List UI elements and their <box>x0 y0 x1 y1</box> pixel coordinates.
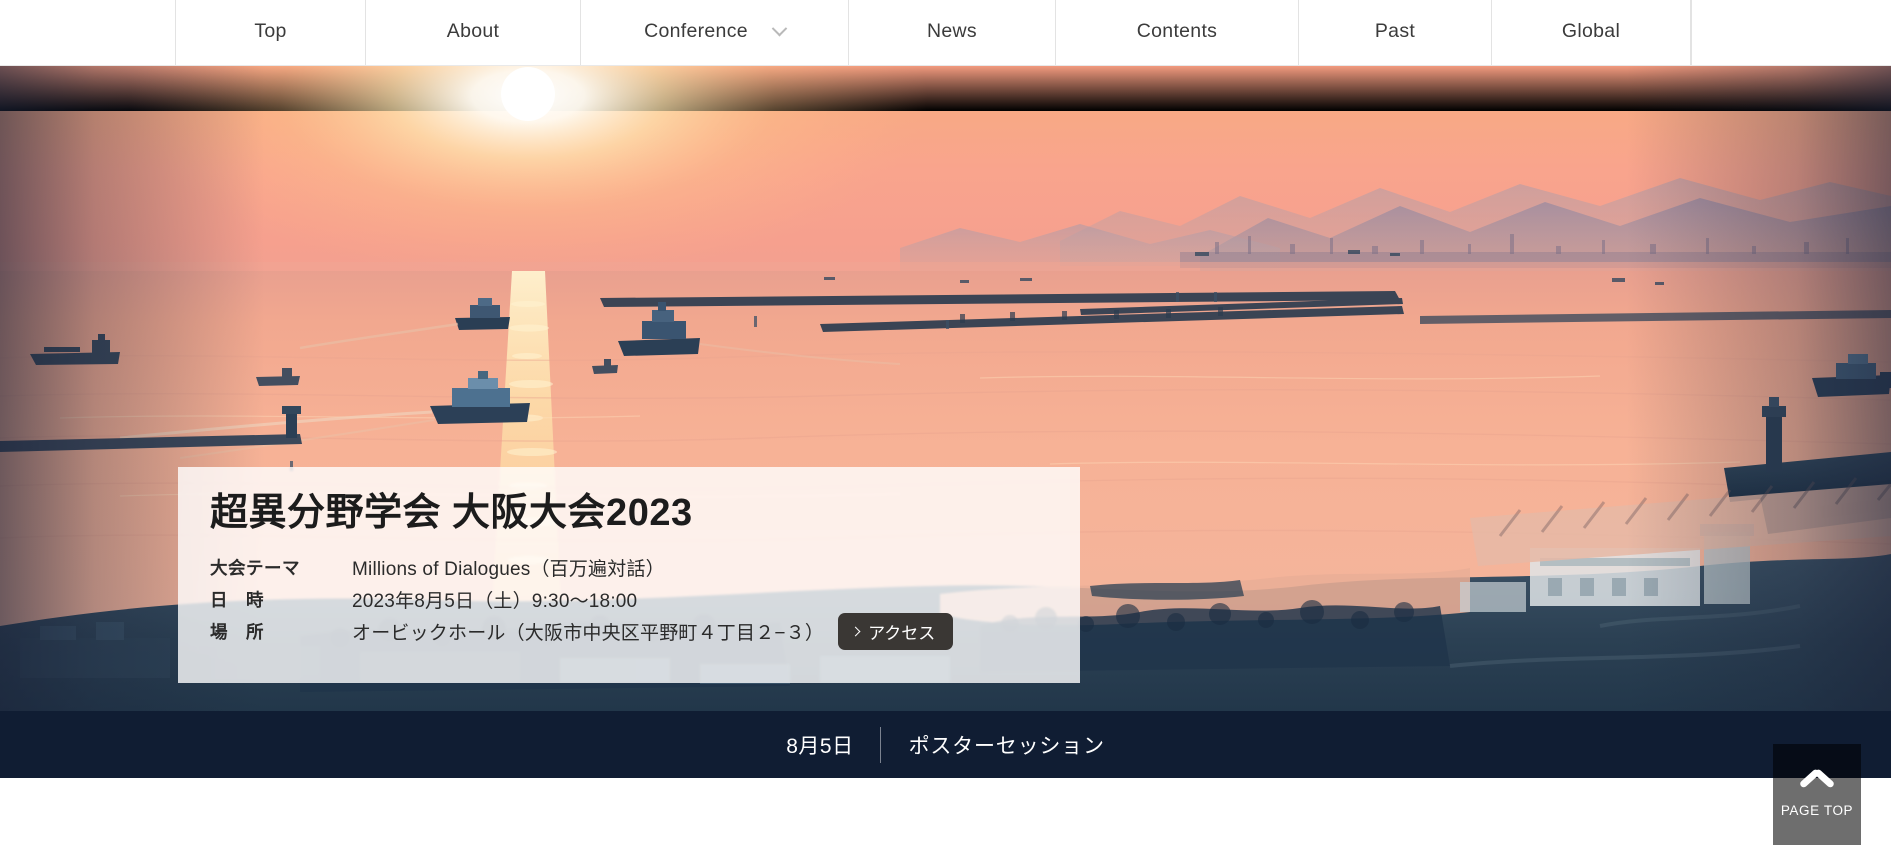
detail-row-datetime: 日 時 2023年8月5日（土）9:30〜18:00 <box>210 584 1080 616</box>
hero-banner: 超異分野学会 大阪大会2023 大会テーマ Millions of Dialog… <box>0 66 1891 711</box>
event-info-card: 超異分野学会 大阪大会2023 大会テーマ Millions of Dialog… <box>178 467 1080 683</box>
detail-row-theme: 大会テーマ Millions of Dialogues（百万遍対話） <box>210 552 1080 584</box>
nav-item-conference[interactable]: Conference <box>581 0 849 65</box>
event-detail-list: 大会テーマ Millions of Dialogues（百万遍対話） 日 時 2… <box>210 552 1080 651</box>
nav-item-about[interactable]: About <box>366 0 581 65</box>
nav-item-label: Top <box>254 20 287 42</box>
page-top-label: PAGE TOP <box>1780 803 1854 818</box>
event-schedule-bar: 8月5日 ポスターセッション <box>0 711 1891 778</box>
access-button-label: アクセス <box>868 624 936 644</box>
detail-value: オービックホール（大阪市中央区平野町４丁目２−３） <box>352 623 825 645</box>
detail-row-venue: 場 所 オービックホール（大阪市中央区平野町４丁目２−３） アクセス <box>210 613 1080 651</box>
detail-label: 場 所 <box>210 622 264 643</box>
schedule-label[interactable]: ポスターセッション <box>881 730 1105 760</box>
nav-item-news[interactable]: News <box>849 0 1056 65</box>
chevron-right-icon <box>850 626 861 637</box>
access-button[interactable]: アクセス <box>838 613 954 651</box>
nav-item-label: Global <box>1561 20 1621 42</box>
detail-value: Millions of Dialogues（百万遍対話） <box>352 559 665 581</box>
schedule-date: 8月5日 <box>786 734 854 758</box>
detail-value: 2023年8月5日（土）9:30〜18:00 <box>352 591 638 613</box>
page-root: Top About Conference News Contents Past … <box>0 0 1891 845</box>
nav-item-top[interactable]: Top <box>176 0 366 65</box>
page-top-button[interactable]: PAGE TOP <box>1773 744 1861 845</box>
nav-left-spacer <box>0 0 176 65</box>
chevron-down-icon <box>771 20 788 37</box>
nav-item-past[interactable]: Past <box>1299 0 1492 65</box>
nav-item-global[interactable]: Global <box>1492 0 1691 65</box>
nav-right-spacer <box>1691 0 1891 65</box>
nav-item-label: Contents <box>1136 20 1218 42</box>
nav-item-label: Past <box>1374 20 1416 42</box>
detail-label: 大会テーマ <box>210 558 300 579</box>
nav-item-label: News <box>927 20 977 42</box>
nav-item-contents[interactable]: Contents <box>1056 0 1299 65</box>
page-title: 超異分野学会 大阪大会2023 <box>210 492 693 534</box>
detail-label: 日 時 <box>210 590 264 611</box>
nav-item-label: About <box>446 20 500 42</box>
chevron-up-icon <box>1800 771 1834 790</box>
main-navigation: Top About Conference News Contents Past … <box>0 0 1891 66</box>
nav-item-label: Conference <box>644 20 748 42</box>
